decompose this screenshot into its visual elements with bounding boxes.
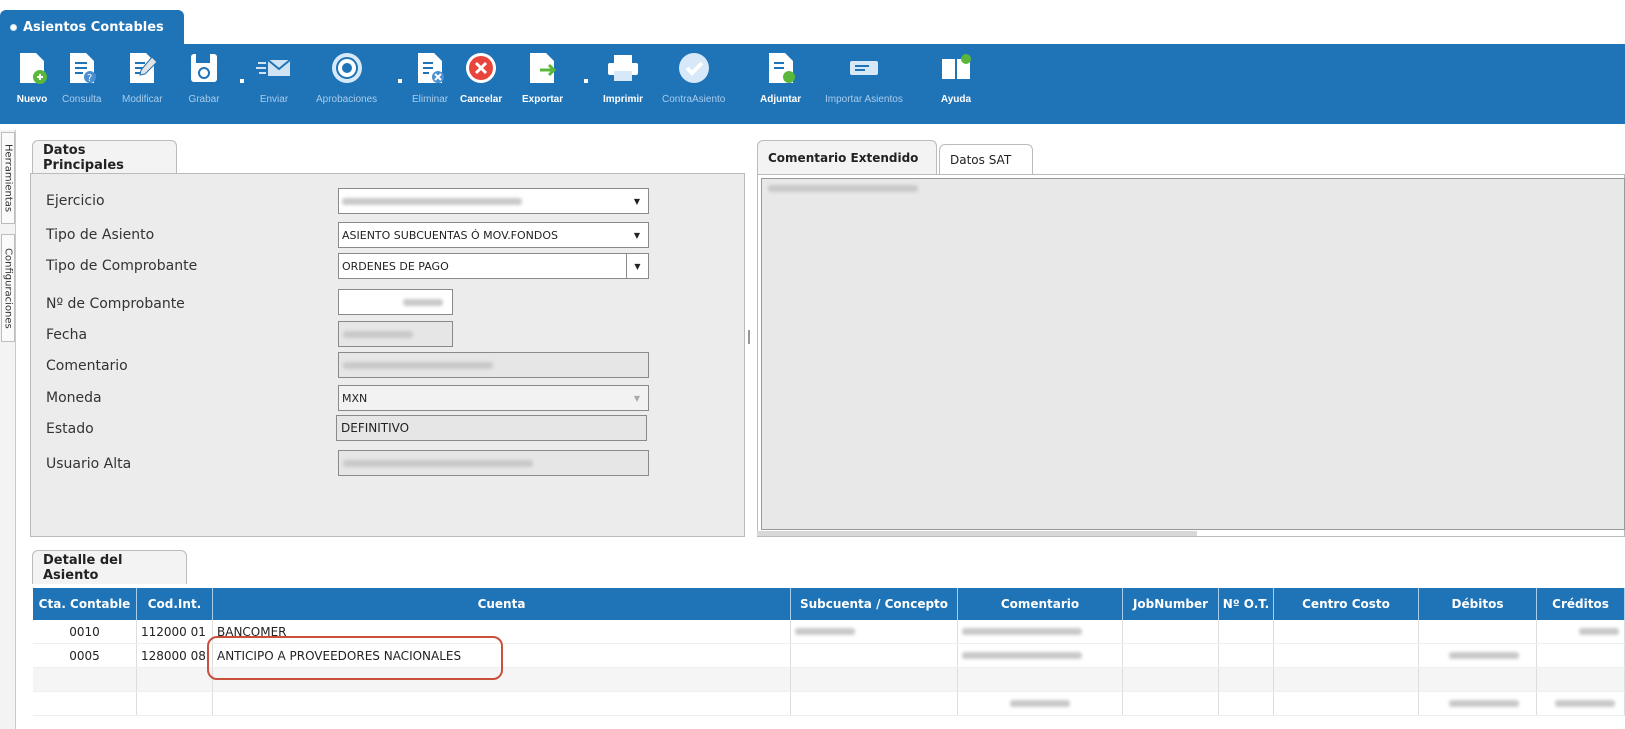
side-tab-config[interactable]: Configuraciones [1,234,15,342]
total-debitos [1419,692,1537,715]
export-button[interactable]: Exportar [522,50,563,105]
col-centro-costo[interactable]: Centro Costo [1274,588,1419,620]
export-icon [525,50,561,86]
side-tabs: Herramientas Configuraciones [0,130,16,729]
import-icon [846,50,882,86]
num-comprobante-field[interactable] [338,289,453,315]
help-book-icon [938,50,974,86]
dropdown-arrow-icon: ▼ [633,230,641,240]
send-button[interactable]: Enviar [256,50,292,105]
delete-doc-icon [412,50,448,86]
label-moneda: Moneda [46,390,102,406]
dropdown-arrow-icon: ▼ [626,254,648,278]
grid-header: Cta. Contable Cod.Int. Cuenta Subcuenta … [33,588,1625,620]
totals-label [958,692,1123,715]
cancel-icon [463,50,499,86]
label-estado: Estado [46,421,94,437]
label-tipo-comprobante: Tipo de Comprobante [46,258,198,274]
import-entries-button[interactable]: Importar Asientos [825,50,903,105]
edit-doc-icon [124,50,160,86]
cell-cta: 0010 [33,620,137,643]
tab-dot-icon [10,23,17,31]
tab-comentario-extendido[interactable]: Comentario Extendido [757,140,937,174]
col-cuenta[interactable]: Cuenta [213,588,791,620]
help-button[interactable]: Ayuda [938,50,974,105]
cell-comentario [958,644,1123,667]
attach-icon [763,50,799,86]
attach-button[interactable]: Adjuntar [760,50,801,105]
usuario-alta-field[interactable] [338,450,649,476]
query-doc-icon: ? [64,50,100,86]
main-toolbar: Nuevo ? Consulta Modificar Grabar Enviar [0,44,1625,124]
svg-text:?: ? [87,73,92,84]
tab-datos-sat[interactable]: Datos SAT [939,144,1033,174]
vertical-splitter[interactable] [748,330,750,344]
label-tipo-asiento: Tipo de Asiento [46,227,155,243]
approvals-icon [329,50,365,86]
tipo-asiento-select[interactable]: ASIENTO SUBCUENTAS Ó MOV.FONDOS ▼ [338,222,649,248]
cell-cta: 0005 [33,644,137,667]
col-debitos[interactable]: Débitos [1419,588,1537,620]
send-mail-icon [256,50,292,86]
tab-datos-principales[interactable]: Datos Principales [32,140,177,174]
cell-comentario [958,620,1123,643]
label-ejercicio: Ejercicio [46,193,105,209]
col-jobnumber[interactable]: JobNumber [1123,588,1219,620]
cell-cod: 128000 08 [137,644,213,667]
query-button[interactable]: ? Consulta [62,50,101,105]
cell-cod: 112000 01 [137,620,213,643]
print-icon [605,50,641,86]
comentario-extendido-textarea[interactable] [761,178,1625,530]
cell-subcuenta [791,620,958,643]
col-cta-contable[interactable]: Cta. Contable [33,588,137,620]
total-creditos [1537,692,1625,715]
col-creditos[interactable]: Créditos [1537,588,1625,620]
col-subcuenta[interactable]: Subcuenta / Concepto [791,588,958,620]
estado-field[interactable]: DEFINITIVO [336,415,647,441]
counter-entry-button[interactable]: ContraAsiento [662,50,725,105]
highlight-annotation [207,636,503,680]
cell-creditos [1537,620,1625,643]
toolbar-separator [584,79,588,83]
dropdown-arrow-icon: ▼ [633,393,641,403]
col-num-ot[interactable]: Nº O.T. [1219,588,1274,620]
fecha-field[interactable] [338,321,453,347]
col-cod-int[interactable]: Cod.Int. [137,588,213,620]
tipo-comprobante-select[interactable]: ORDENES DE PAGO ▼ [338,253,649,279]
totals-row [33,692,1625,716]
col-comentario[interactable]: Comentario [958,588,1123,620]
label-comentario: Comentario [46,358,128,374]
dropdown-arrow-icon: ▼ [633,196,641,206]
delete-button[interactable]: Eliminar [412,50,448,105]
check-icon [676,50,712,86]
cancel-button[interactable]: Cancelar [460,50,502,105]
new-button[interactable]: Nuevo [14,50,50,105]
approvals-button[interactable]: Aprobaciones [316,50,377,105]
save-button[interactable]: Grabar [186,50,222,105]
label-num-comprobante: Nº de Comprobante [46,296,185,312]
tab-detalle-asiento[interactable]: Detalle del Asiento [32,550,187,584]
side-tab-tools[interactable]: Herramientas [1,132,15,224]
label-usuario-alta: Usuario Alta [46,456,132,472]
toolbar-separator [398,79,402,83]
save-icon [186,50,222,86]
label-fecha: Fecha [46,327,88,343]
modify-button[interactable]: Modificar [122,50,163,105]
toolbar-separator [240,79,244,83]
ejercicio-select[interactable]: ▼ [338,188,649,214]
tab-asientos-contables[interactable]: Asientos Contables [0,10,184,44]
app-window: Asientos Contables Nuevo ? Consulta Modi… [0,0,1625,729]
tab-title: Asientos Contables [23,19,164,35]
comentario-field[interactable] [338,352,649,378]
cell-debitos [1419,644,1537,667]
moneda-select[interactable]: MXN ▼ [338,385,649,411]
horizontal-scrollbar[interactable] [757,531,1197,536]
new-doc-icon [14,50,50,86]
print-button[interactable]: Imprimir [603,50,643,105]
